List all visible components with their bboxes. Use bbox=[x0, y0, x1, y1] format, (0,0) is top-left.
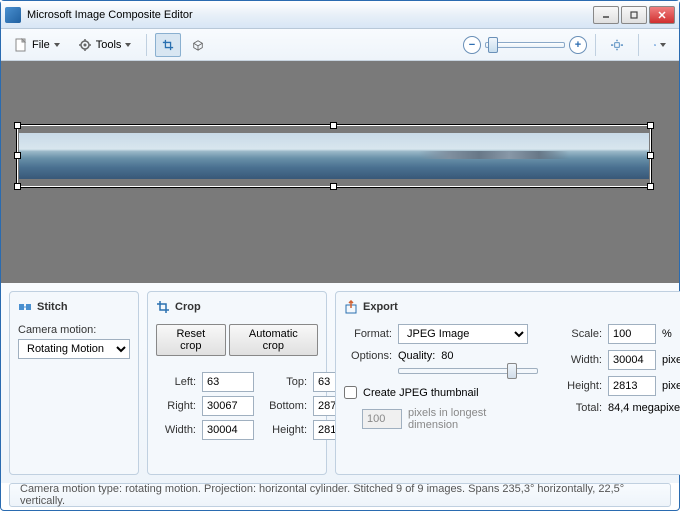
crop-icon bbox=[162, 38, 174, 52]
scale-unit: % bbox=[662, 328, 672, 340]
crop-handle-tl[interactable] bbox=[14, 122, 21, 129]
crop-title: Crop bbox=[175, 301, 201, 313]
crop-handle-br[interactable] bbox=[647, 183, 654, 190]
left-input[interactable] bbox=[202, 372, 254, 392]
chevron-down-icon bbox=[125, 43, 131, 47]
window-title: Microsoft Image Composite Editor bbox=[27, 9, 593, 21]
help-icon: ? bbox=[654, 38, 656, 52]
crop-handle-tr[interactable] bbox=[647, 122, 654, 129]
app-icon bbox=[5, 7, 21, 23]
height-label: Height: bbox=[263, 424, 307, 436]
camera-motion-label: Camera motion: bbox=[18, 324, 130, 336]
titlebar: Microsoft Image Composite Editor bbox=[1, 1, 679, 29]
zoom-slider[interactable] bbox=[485, 42, 565, 48]
total-value: 84,4 megapixels bbox=[608, 402, 680, 414]
top-label: Top: bbox=[263, 376, 307, 388]
cube-mode-button[interactable] bbox=[185, 33, 211, 57]
separator bbox=[595, 34, 596, 56]
thumbnail-label: Create JPEG thumbnail bbox=[363, 387, 479, 399]
crop-mode-button[interactable] bbox=[155, 33, 181, 57]
export-title: Export bbox=[363, 301, 398, 313]
options-label: Options: bbox=[344, 350, 392, 362]
crop-icon bbox=[156, 300, 170, 314]
zoom-out-button[interactable]: − bbox=[463, 36, 481, 54]
fit-button[interactable] bbox=[604, 33, 630, 57]
file-menu[interactable]: File bbox=[7, 33, 67, 57]
quality-slider-thumb[interactable] bbox=[507, 363, 517, 379]
px-label: pixels bbox=[662, 354, 680, 366]
scale-label: Scale: bbox=[554, 328, 602, 340]
file-icon bbox=[14, 38, 28, 52]
crop-handle-lm[interactable] bbox=[14, 152, 21, 159]
px-label: pixels bbox=[662, 380, 680, 392]
panel-header: Stitch bbox=[18, 300, 130, 314]
status-text: Camera motion type: rotating motion. Pro… bbox=[20, 483, 660, 507]
separator bbox=[638, 34, 639, 56]
thumb-px-input bbox=[362, 409, 402, 429]
right-input[interactable] bbox=[202, 396, 254, 416]
scale-input[interactable] bbox=[608, 324, 656, 344]
tools-menu[interactable]: Tools bbox=[71, 33, 139, 57]
width-label: Width: bbox=[156, 424, 196, 436]
format-select[interactable]: JPEG Image bbox=[398, 324, 528, 344]
chevron-down-icon bbox=[660, 43, 666, 47]
close-button[interactable] bbox=[649, 6, 675, 24]
fit-icon bbox=[611, 38, 623, 52]
exp-width-input[interactable] bbox=[608, 350, 656, 370]
crop-handle-rm[interactable] bbox=[647, 152, 654, 159]
crop-rectangle[interactable] bbox=[17, 125, 651, 187]
crop-handle-bm[interactable] bbox=[330, 183, 337, 190]
exp-height-label: Height: bbox=[554, 380, 602, 392]
minimize-button[interactable] bbox=[593, 6, 619, 24]
width-input[interactable] bbox=[202, 420, 254, 440]
reset-crop-button[interactable]: Reset crop bbox=[156, 324, 226, 356]
thumbnail-checkbox[interactable] bbox=[344, 386, 357, 399]
file-label: File bbox=[32, 39, 50, 51]
exp-width-label: Width: bbox=[554, 354, 602, 366]
tools-label: Tools bbox=[96, 39, 122, 51]
thumb-px-label: pixels in longest dimension bbox=[408, 407, 498, 431]
crop-handle-tm[interactable] bbox=[330, 122, 337, 129]
crop-handle-bl[interactable] bbox=[14, 183, 21, 190]
cube-icon bbox=[192, 38, 204, 52]
zoom-in-button[interactable]: + bbox=[569, 36, 587, 54]
total-label: Total: bbox=[554, 402, 602, 414]
export-panel: Export Format: JPEG Image Options: Quali… bbox=[335, 291, 680, 475]
status-bar: Camera motion type: rotating motion. Pro… bbox=[9, 483, 671, 507]
chevron-down-icon bbox=[54, 43, 60, 47]
panel-header: Export bbox=[344, 300, 680, 314]
help-button[interactable]: ? bbox=[647, 33, 673, 57]
bottom-label: Bottom: bbox=[263, 400, 307, 412]
panels: Stitch Camera motion: Rotating Motion Cr… bbox=[1, 283, 679, 483]
stitch-panel: Stitch Camera motion: Rotating Motion bbox=[9, 291, 139, 475]
left-label: Left: bbox=[156, 376, 196, 388]
workspace bbox=[1, 61, 679, 283]
quality-value: 80 bbox=[441, 350, 453, 362]
separator bbox=[146, 34, 147, 56]
camera-motion-select[interactable]: Rotating Motion bbox=[18, 339, 130, 359]
crop-panel: Crop Reset crop Automatic crop Left: Rig… bbox=[147, 291, 327, 475]
quality-slider[interactable] bbox=[398, 368, 538, 374]
zoom-controls: − + bbox=[463, 36, 587, 54]
toolbar: File Tools − + ? bbox=[1, 29, 679, 61]
export-icon bbox=[344, 300, 358, 314]
quality-label: Quality: bbox=[398, 350, 435, 362]
gear-icon bbox=[78, 38, 92, 52]
right-label: Right: bbox=[156, 400, 196, 412]
panel-header: Crop bbox=[156, 300, 318, 314]
zoom-slider-thumb[interactable] bbox=[488, 37, 498, 53]
canvas[interactable] bbox=[11, 71, 669, 273]
maximize-button[interactable] bbox=[621, 6, 647, 24]
exp-height-input[interactable] bbox=[608, 376, 656, 396]
stitch-title: Stitch bbox=[37, 301, 68, 313]
auto-crop-button[interactable]: Automatic crop bbox=[229, 324, 318, 356]
stitch-icon bbox=[18, 300, 32, 314]
format-label: Format: bbox=[344, 328, 392, 340]
